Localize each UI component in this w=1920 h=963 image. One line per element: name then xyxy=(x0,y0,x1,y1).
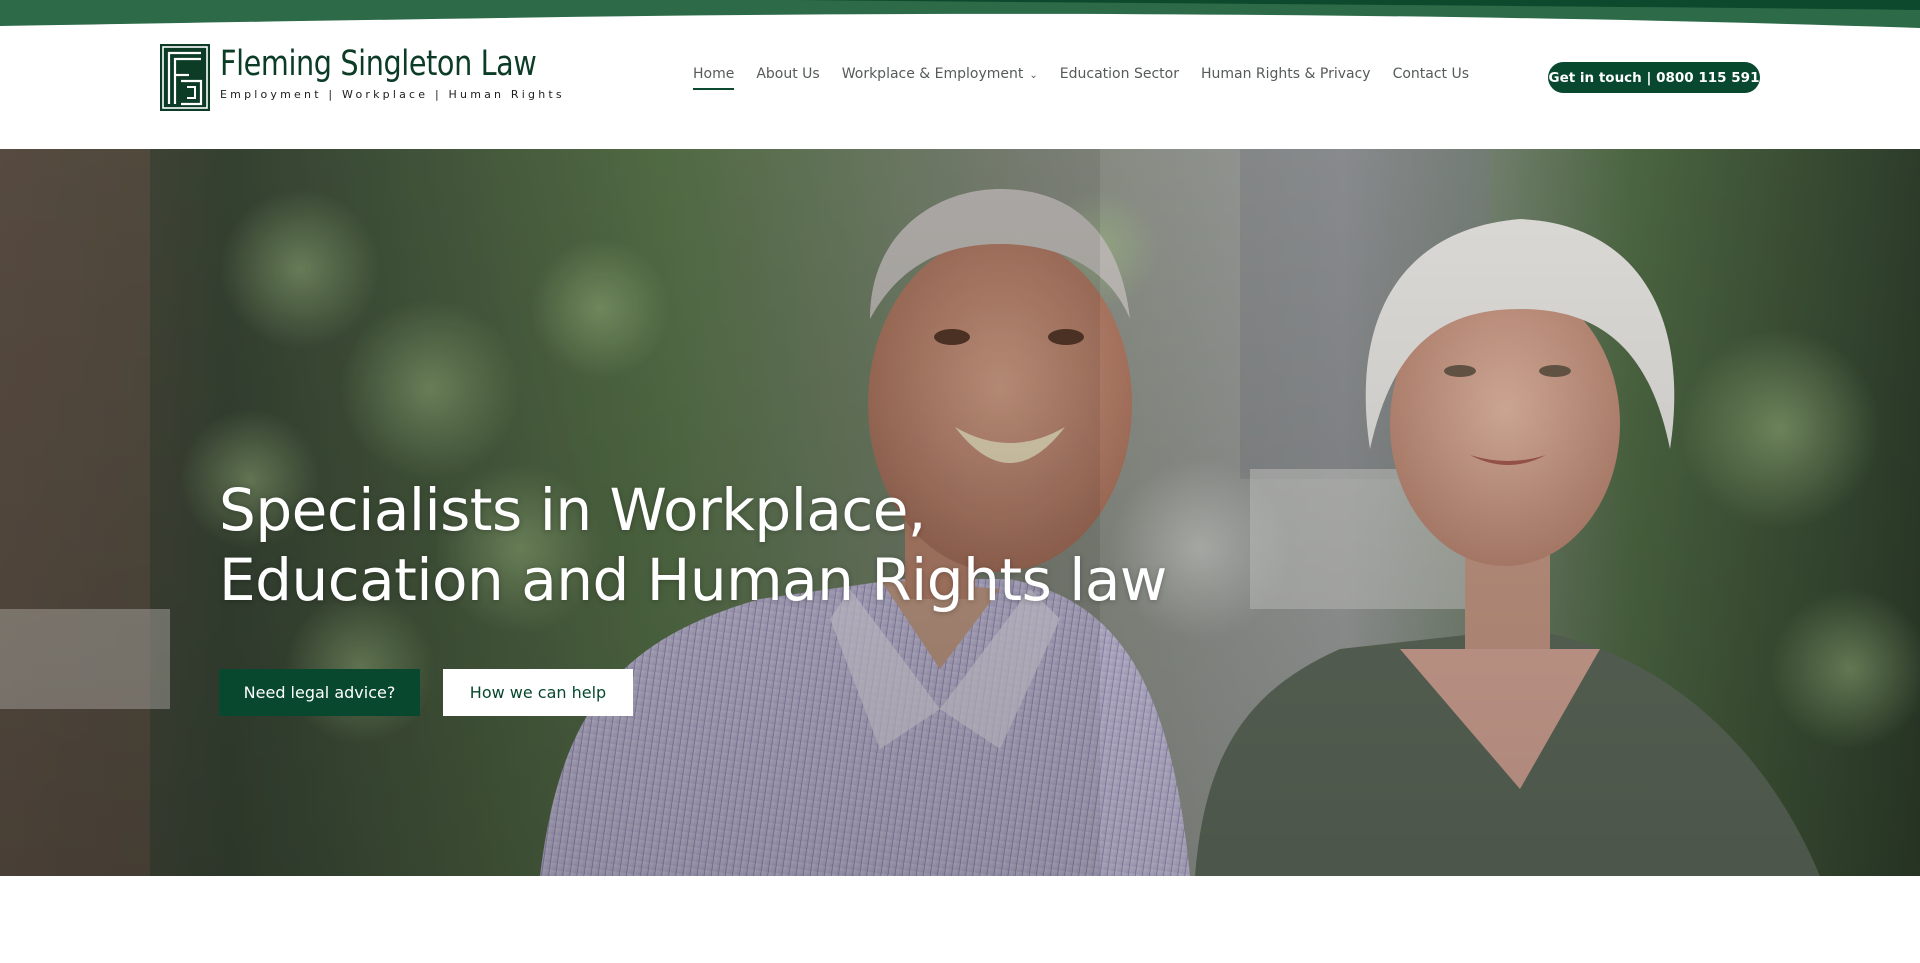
need-legal-advice-button[interactable]: Need legal advice? xyxy=(219,669,420,716)
hero-title-line-1: Specialists in Workplace, xyxy=(219,476,926,544)
nav-item-label: Workplace & Employment xyxy=(841,66,1024,82)
hero-section: Specialists in Workplace, Education and … xyxy=(0,149,1920,876)
nav-item-human-rights-privacy[interactable]: Human Rights & Privacy xyxy=(1201,66,1371,82)
main-navigation: Home About Us Workplace & Employment ⌄ E… xyxy=(693,66,1469,90)
nav-item-education-sector[interactable]: Education Sector xyxy=(1060,66,1179,82)
get-in-touch-button[interactable]: Get in touch | 0800 115 591 xyxy=(1548,62,1760,93)
how-we-can-help-button[interactable]: How we can help xyxy=(443,669,633,716)
chevron-down-icon: ⌄ xyxy=(1029,69,1038,81)
logo-monogram-icon xyxy=(160,44,210,111)
content-area xyxy=(0,876,1920,963)
logo-text: Fleming Singleton Law Employment | Workp… xyxy=(220,44,606,101)
hero-title: Specialists in Workplace, Education and … xyxy=(219,475,1167,615)
nav-item-contact-us[interactable]: Contact Us xyxy=(1393,66,1469,82)
brand-tagline: Employment | Workplace | Human Rights xyxy=(220,88,565,101)
site-logo[interactable]: Fleming Singleton Law Employment | Workp… xyxy=(160,44,606,111)
site-header: Fleming Singleton Law Employment | Workp… xyxy=(0,0,1920,149)
nav-item-about-us[interactable]: About Us xyxy=(756,66,819,82)
hero-title-line-2: Education and Human Rights law xyxy=(219,546,1167,614)
nav-item-workplace-employment[interactable]: Workplace & Employment ⌄ xyxy=(842,66,1038,82)
nav-item-home[interactable]: Home xyxy=(693,66,735,90)
brand-name: Fleming Singleton Law xyxy=(220,44,537,84)
